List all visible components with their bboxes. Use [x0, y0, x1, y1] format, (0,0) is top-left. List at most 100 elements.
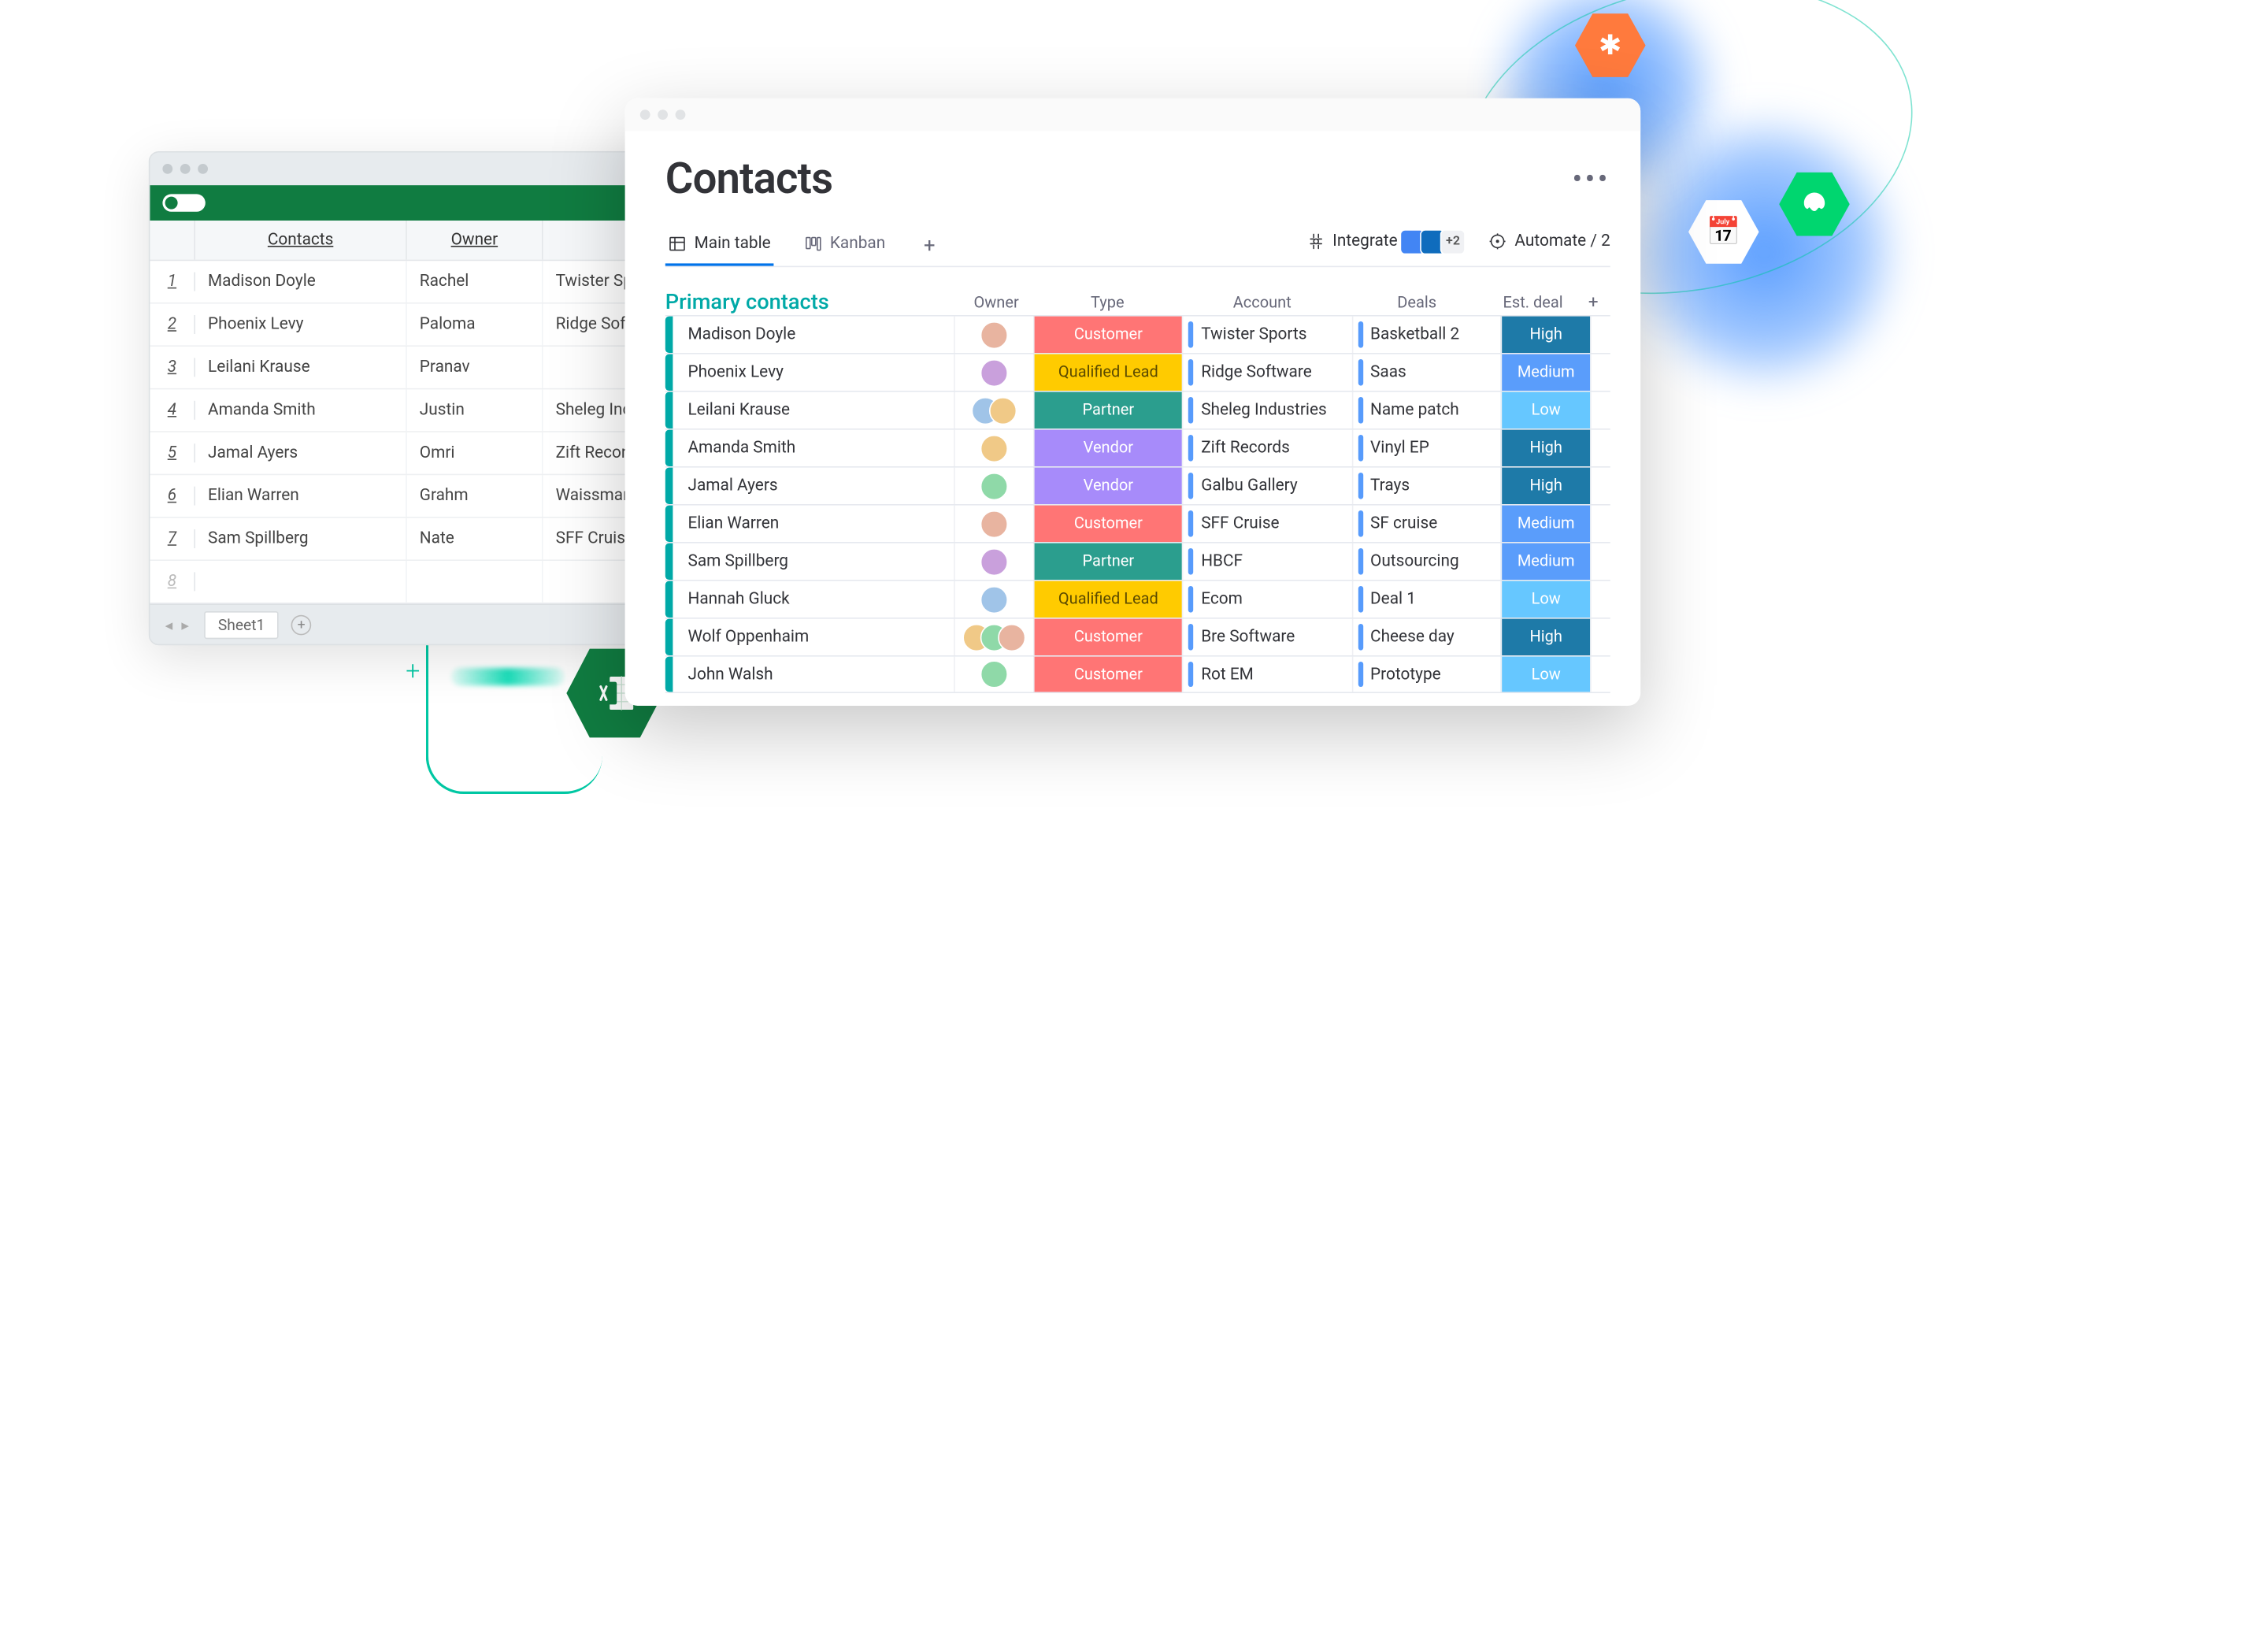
group-title[interactable]: Primary contacts: [665, 290, 958, 315]
account-cell[interactable]: Galbu Gallery: [1182, 468, 1351, 504]
deals-cell[interactable]: Trays: [1351, 468, 1501, 504]
account-cell[interactable]: Zift Records: [1182, 430, 1351, 466]
owner-avatars[interactable]: [971, 396, 1017, 424]
est-deal-cell[interactable]: Low: [1501, 657, 1591, 692]
add-sheet-button[interactable]: +: [291, 614, 312, 635]
table-row[interactable]: Sam Spillberg Partner HBCF Outsourcing M…: [665, 542, 1610, 580]
table-row[interactable]: Leilani Krause Partner Sheleg Industries…: [665, 391, 1610, 429]
account-cell[interactable]: Rot EM: [1182, 657, 1351, 692]
type-cell[interactable]: Qualified Lead: [1033, 581, 1182, 618]
deals-cell[interactable]: Saas: [1351, 354, 1501, 391]
excel-cell[interactable]: Paloma: [407, 304, 543, 346]
excel-column-header[interactable]: Owner: [407, 221, 543, 260]
type-cell[interactable]: Partner: [1033, 392, 1182, 429]
item-name-cell[interactable]: Elian Warren: [673, 506, 954, 542]
excel-cell[interactable]: Sam Spillberg: [195, 518, 407, 560]
owner-avatars[interactable]: [980, 510, 1008, 537]
item-name-cell[interactable]: Phoenix Levy: [673, 354, 954, 391]
excel-cell[interactable]: Elian Warren: [195, 475, 407, 517]
type-cell[interactable]: Customer: [1033, 506, 1182, 542]
owner-cell[interactable]: [954, 317, 1033, 353]
excel-cell[interactable]: Rachel: [407, 261, 543, 302]
item-name-cell[interactable]: Amanda Smith: [673, 430, 954, 466]
owner-avatars[interactable]: [980, 585, 1008, 613]
est-deal-cell[interactable]: Low: [1501, 392, 1591, 429]
deals-cell[interactable]: Prototype: [1351, 657, 1501, 692]
account-cell[interactable]: HBCF: [1182, 544, 1351, 580]
deals-cell[interactable]: SF cruise: [1351, 506, 1501, 542]
excel-cell[interactable]: Justin: [407, 389, 543, 431]
account-cell[interactable]: Bre Software: [1182, 619, 1351, 655]
item-name-cell[interactable]: Sam Spillberg: [673, 544, 954, 580]
add-view-button[interactable]: +: [916, 232, 943, 259]
table-row[interactable]: John Walsh Customer Rot EM Prototype Low: [665, 655, 1610, 693]
table-row[interactable]: Wolf Oppenhaim Customer Bre Software Che…: [665, 618, 1610, 655]
est-deal-cell[interactable]: High: [1501, 468, 1591, 504]
excel-toggle[interactable]: [162, 194, 205, 211]
column-header-owner[interactable]: Owner: [958, 293, 1035, 312]
owner-cell[interactable]: [954, 657, 1033, 692]
est-deal-cell[interactable]: Low: [1501, 581, 1591, 618]
add-column-button[interactable]: +: [1577, 292, 1610, 313]
excel-cell[interactable]: Grahm: [407, 475, 543, 517]
owner-avatars[interactable]: [980, 472, 1008, 499]
sheet-tab[interactable]: Sheet1: [204, 610, 279, 638]
deals-cell[interactable]: Vinyl EP: [1351, 430, 1501, 466]
type-cell[interactable]: Customer: [1033, 317, 1182, 353]
excel-cell[interactable]: Madison Doyle: [195, 261, 407, 302]
deals-cell[interactable]: Name patch: [1351, 392, 1501, 429]
type-cell[interactable]: Partner: [1033, 544, 1182, 580]
sheet-nav-arrows[interactable]: ◂ ▸: [165, 616, 192, 633]
item-name-cell[interactable]: Wolf Oppenhaim: [673, 619, 954, 655]
est-deal-cell[interactable]: High: [1501, 430, 1591, 466]
automate-button[interactable]: Automate / 2: [1488, 232, 1610, 250]
account-cell[interactable]: Ridge Software: [1182, 354, 1351, 391]
item-name-cell[interactable]: Leilani Krause: [673, 392, 954, 429]
item-name-cell[interactable]: Jamal Ayers: [673, 468, 954, 504]
est-deal-cell[interactable]: High: [1501, 619, 1591, 655]
deals-cell[interactable]: Deal 1: [1351, 581, 1501, 618]
type-cell[interactable]: Customer: [1033, 657, 1182, 692]
item-name-cell[interactable]: Hannah Gluck: [673, 581, 954, 618]
type-cell[interactable]: Vendor: [1033, 430, 1182, 466]
owner-avatars[interactable]: [962, 623, 1025, 651]
owner-cell[interactable]: [954, 581, 1033, 618]
excel-cell[interactable]: Leilani Krause: [195, 347, 407, 388]
table-row[interactable]: Madison Doyle Customer Twister Sports Ba…: [665, 315, 1610, 353]
table-row[interactable]: Jamal Ayers Vendor Galbu Gallery Trays H…: [665, 466, 1610, 504]
board-more-menu[interactable]: •••: [1572, 161, 1610, 197]
owner-avatars[interactable]: [980, 358, 1008, 386]
item-name-cell[interactable]: John Walsh: [673, 657, 954, 692]
deals-cell[interactable]: Cheese day: [1351, 619, 1501, 655]
type-cell[interactable]: Customer: [1033, 619, 1182, 655]
excel-cell[interactable]: Pranav: [407, 347, 543, 388]
owner-cell[interactable]: [954, 468, 1033, 504]
table-row[interactable]: Phoenix Levy Qualified Lead Ridge Softwa…: [665, 353, 1610, 391]
excel-cell[interactable]: Nate: [407, 518, 543, 560]
owner-cell[interactable]: [954, 544, 1033, 580]
owner-cell[interactable]: [954, 619, 1033, 655]
est-deal-cell[interactable]: Medium: [1501, 506, 1591, 542]
owner-cell[interactable]: [954, 506, 1033, 542]
owner-avatars[interactable]: [980, 547, 1008, 575]
excel-column-header[interactable]: Contacts: [195, 221, 407, 260]
deals-cell[interactable]: Basketball 2: [1351, 317, 1501, 353]
excel-cell[interactable]: Amanda Smith: [195, 389, 407, 431]
deals-cell[interactable]: Outsourcing: [1351, 544, 1501, 580]
integrate-button[interactable]: Integrate +2: [1306, 228, 1466, 254]
account-cell[interactable]: Ecom: [1182, 581, 1351, 618]
excel-cell[interactable]: Phoenix Levy: [195, 304, 407, 346]
board-title[interactable]: Contacts: [665, 154, 832, 204]
column-header-account[interactable]: Account: [1180, 293, 1344, 312]
column-header-est-deal[interactable]: Est. deal: [1489, 293, 1577, 312]
owner-avatars[interactable]: [980, 434, 1008, 462]
column-header-deals[interactable]: Deals: [1344, 293, 1489, 312]
tab-main-table[interactable]: Main table: [665, 224, 773, 266]
tab-kanban[interactable]: Kanban: [801, 224, 888, 266]
type-cell[interactable]: Qualified Lead: [1033, 354, 1182, 391]
owner-avatars[interactable]: [980, 660, 1008, 688]
excel-cell[interactable]: Jamal Ayers: [195, 432, 407, 474]
est-deal-cell[interactable]: Medium: [1501, 354, 1591, 391]
table-row[interactable]: Hannah Gluck Qualified Lead Ecom Deal 1 …: [665, 580, 1610, 618]
owner-cell[interactable]: [954, 354, 1033, 391]
